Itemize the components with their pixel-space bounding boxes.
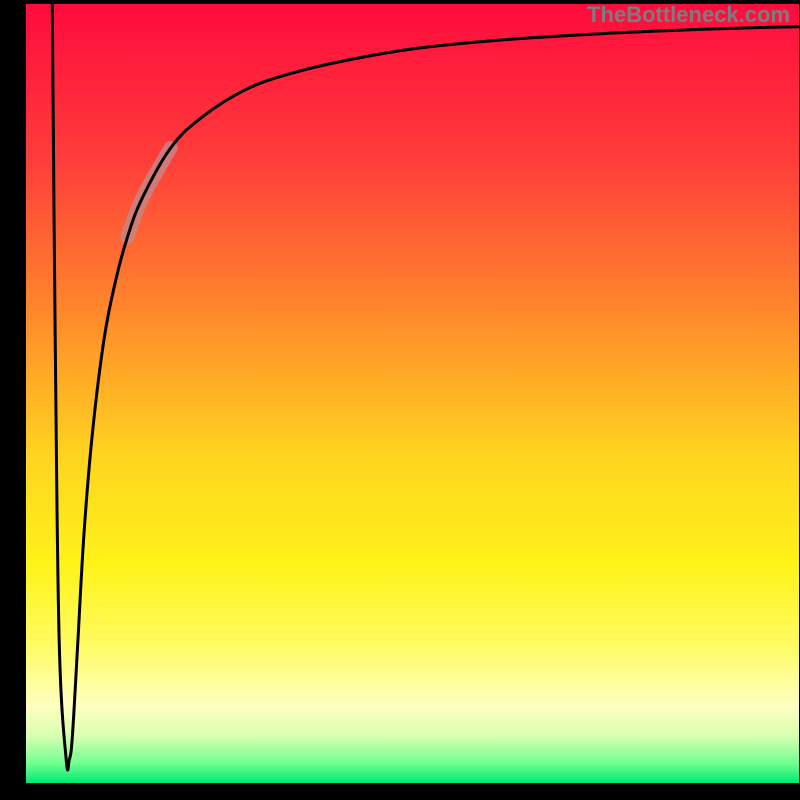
plot-area bbox=[26, 4, 799, 783]
chart-frame: TheBottleneck.com bbox=[0, 0, 800, 800]
bottleneck-curve bbox=[52, 4, 799, 770]
watermark-text: TheBottleneck.com bbox=[587, 2, 790, 28]
curve-overlay bbox=[26, 4, 799, 783]
highlight-segment bbox=[127, 148, 170, 238]
